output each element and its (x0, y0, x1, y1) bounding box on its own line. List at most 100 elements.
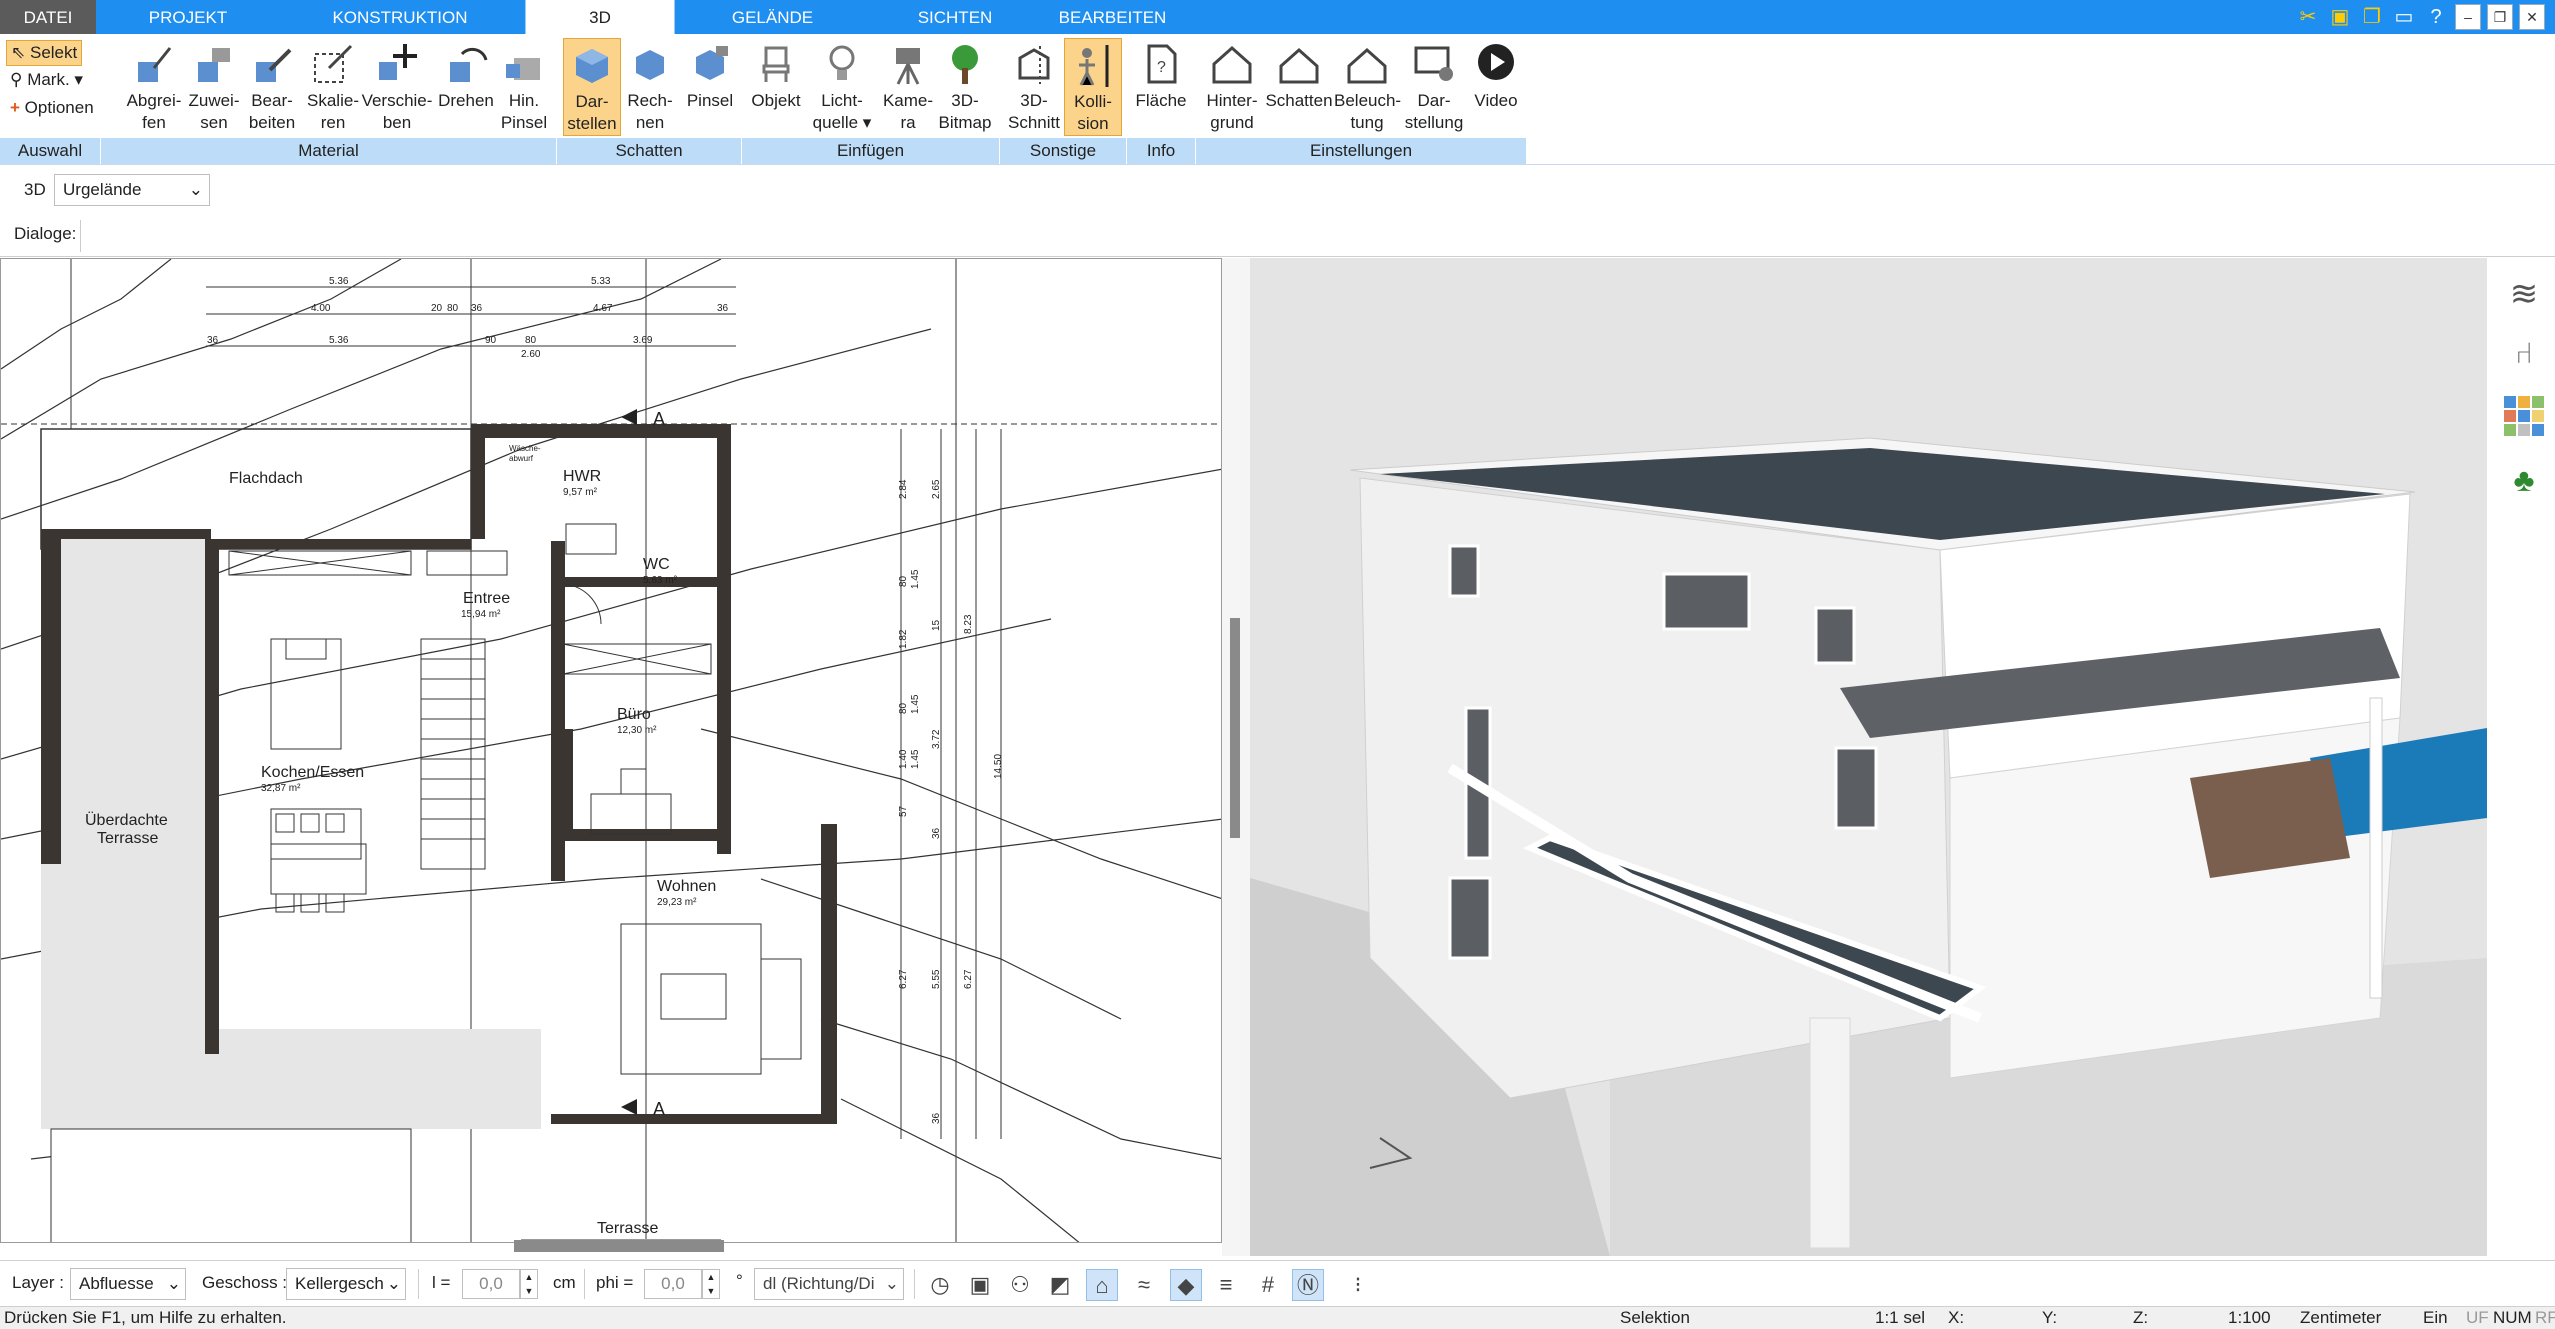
geschoss-select[interactable]: Kellergesch ⌄ (286, 1268, 406, 1300)
rechnen-button[interactable]: Rech-nen (622, 38, 678, 134)
floor-plan-view[interactable]: 5.36 5.33 4.00 20 80 36 4.67 36 36 5.36 … (0, 258, 1222, 1243)
tab-3d[interactable]: 3D (525, 0, 675, 34)
svg-text:4.67: 4.67 (593, 303, 613, 314)
svg-text:80: 80 (898, 702, 909, 714)
divider (914, 1269, 915, 1299)
chevron-down-icon: ⌄ (386, 1274, 401, 1293)
optionen-button[interactable]: + Optionen (6, 96, 98, 120)
monitor-icon[interactable]: ▭ (2391, 4, 2417, 30)
dialoge-label: Dialoge: (14, 224, 77, 243)
tools-icon[interactable]: ✂ (2295, 4, 2321, 30)
terrace-floor (41, 1029, 541, 1129)
svg-text:5.36: 5.36 (329, 276, 349, 287)
verschieben-button[interactable]: Verschie-ben (358, 38, 436, 134)
grid-icon[interactable]: # (1252, 1269, 1284, 1301)
svg-text:5.33: 5.33 (591, 276, 611, 287)
svg-text:?: ? (1157, 59, 1166, 76)
window-icon[interactable]: ▣ (2327, 4, 2353, 30)
roof-view-icon[interactable]: ⌂ (1086, 1269, 1118, 1301)
furniture-catalog-icon[interactable]: ⑁ (2502, 332, 2546, 376)
svg-text:A: A (653, 1099, 665, 1119)
3d-bitmap-button[interactable]: 3D- Bitmap (936, 38, 994, 134)
darstellen-button[interactable]: Dar-stellen (563, 38, 621, 136)
abgreifen-button[interactable]: Abgrei-fen (122, 38, 186, 134)
group-auswahl: Auswahl (0, 138, 101, 164)
restore-layout-icon[interactable]: ❐ (2359, 4, 2385, 30)
phi-input[interactable]: 0,0 (644, 1269, 702, 1299)
beleuchtung-button[interactable]: Beleuch-tung (1334, 38, 1401, 134)
layers-color-icon[interactable]: ◩ (1044, 1269, 1076, 1301)
lichtquelle-button[interactable]: Licht-quelle ▾ (806, 38, 878, 134)
svg-text:36: 36 (931, 827, 942, 839)
length-input[interactable]: 0,0 (462, 1269, 520, 1299)
property-bar: Layer : Abfluesse ⌄ Geschoss : Kellergesc… (0, 1260, 2555, 1307)
3d-house-render[interactable] (1250, 258, 2487, 1256)
zuweisen-button[interactable]: Zuwei-sen (186, 38, 242, 134)
move-icon (379, 44, 417, 80)
schatten-pinsel-button[interactable]: Pinsel (680, 38, 740, 112)
status-y: Y: (2042, 1308, 2058, 1327)
phi-stepper[interactable]: ▲ ▼ (702, 1269, 720, 1299)
3d-schnitt-button[interactable]: 3D- Schnitt (1005, 38, 1063, 134)
pane-splitter[interactable] (1222, 258, 1250, 1256)
video-button[interactable]: Video (1468, 38, 1524, 112)
hin-pinsel-button[interactable]: Hin. Pinsel (496, 38, 552, 134)
mark-button[interactable]: ⚲ Mark. ▾ (6, 68, 87, 92)
flaeche-button[interactable]: ? Fläche (1130, 38, 1192, 112)
support-column (1809, 1017, 1851, 1249)
drehen-button[interactable]: Drehen (436, 38, 496, 112)
mode-label: 3D (24, 180, 46, 199)
length-stepper[interactable]: ▲ ▼ (520, 1269, 538, 1299)
help-icon[interactable]: ? (2423, 4, 2449, 30)
plan-scrollbar-thumb[interactable] (1230, 618, 1240, 838)
more-icon[interactable]: ⁝ (1342, 1269, 1374, 1301)
svg-text:2.65: 2.65 (931, 479, 942, 499)
minimize-button[interactable]: – (2455, 4, 2481, 30)
hintergrund-button[interactable]: Hinter-grund (1200, 38, 1264, 134)
window-controls: ✂ ▣ ❐ ▭ ? – ❐ ✕ (2295, 4, 2545, 30)
svg-text:20: 20 (431, 303, 443, 314)
svg-text:5.55: 5.55 (931, 969, 942, 989)
svg-text:36: 36 (207, 335, 219, 346)
plan-horizontal-scroll-thumb[interactable] (514, 1240, 724, 1252)
plant-catalog-icon[interactable]: ♣ (2502, 458, 2546, 502)
darstellung-button[interactable]: Dar-stellung (1404, 38, 1464, 134)
kamera-button[interactable]: Kame-ra (878, 38, 938, 134)
svg-text:32,87 m²: 32,87 m² (261, 783, 301, 794)
material-palette-icon[interactable] (2504, 396, 2544, 436)
presentation-icon[interactable]: ▣ (964, 1269, 996, 1301)
direction-select[interactable]: dl (Richtung/Di ⌄ (754, 1268, 904, 1300)
svg-text:5,63 m²: 5,63 m² (643, 575, 678, 586)
layers-icon[interactable]: ≋ (2502, 272, 2546, 316)
close-button[interactable]: ✕ (2519, 4, 2545, 30)
floor-plane-icon[interactable]: ◆ (1170, 1269, 1202, 1301)
bearbeiten-button[interactable]: Bear-beiten (243, 38, 301, 134)
background-house-icon (1212, 45, 1252, 84)
tab-gelaende[interactable]: GELÄNDE (700, 0, 845, 34)
schatten-settings-button[interactable]: Schatten (1264, 38, 1334, 112)
tab-datei[interactable]: DATEI (0, 0, 96, 34)
tab-bearbeiten[interactable]: BEARBEITEN (1040, 0, 1185, 34)
north-icon[interactable]: Ⓝ (1292, 1269, 1324, 1301)
terrain-icon[interactable]: ≈ (1128, 1269, 1160, 1301)
tab-projekt[interactable]: PROJEKT (118, 0, 258, 34)
svg-text:90: 90 (485, 335, 497, 346)
maximize-button[interactable]: ❐ (2487, 4, 2513, 30)
mark-icon: ⚲ (10, 70, 23, 89)
tab-konstruktion[interactable]: KONSTRUKTION (290, 0, 510, 34)
3d-view[interactable] (1250, 258, 2487, 1256)
floor-plan-canvas[interactable]: 5.36 5.33 4.00 20 80 36 4.67 36 36 5.36 … (1, 259, 1222, 1243)
svg-text:14.50: 14.50 (993, 754, 1004, 779)
collision-icon (1079, 45, 1109, 87)
clock-icon[interactable]: ◷ (924, 1269, 956, 1301)
tab-sichten[interactable]: SICHTEN (880, 0, 1030, 34)
objekt-button[interactable]: Objekt (748, 38, 804, 112)
stack-icon[interactable]: ≡ (1210, 1269, 1242, 1301)
kollision-button[interactable]: Kolli-sion (1064, 38, 1122, 136)
selekt-button[interactable]: ⇖ Selekt (6, 40, 83, 66)
shadow-brush-icon (696, 46, 728, 80)
terrain-select[interactable]: Urgelände ⌄ (54, 174, 210, 206)
walk-icon[interactable]: ⚇ (1004, 1269, 1036, 1301)
layer-select[interactable]: Abfluesse ⌄ (70, 1268, 186, 1300)
skalieren-button[interactable]: Skalie-ren (302, 38, 364, 134)
